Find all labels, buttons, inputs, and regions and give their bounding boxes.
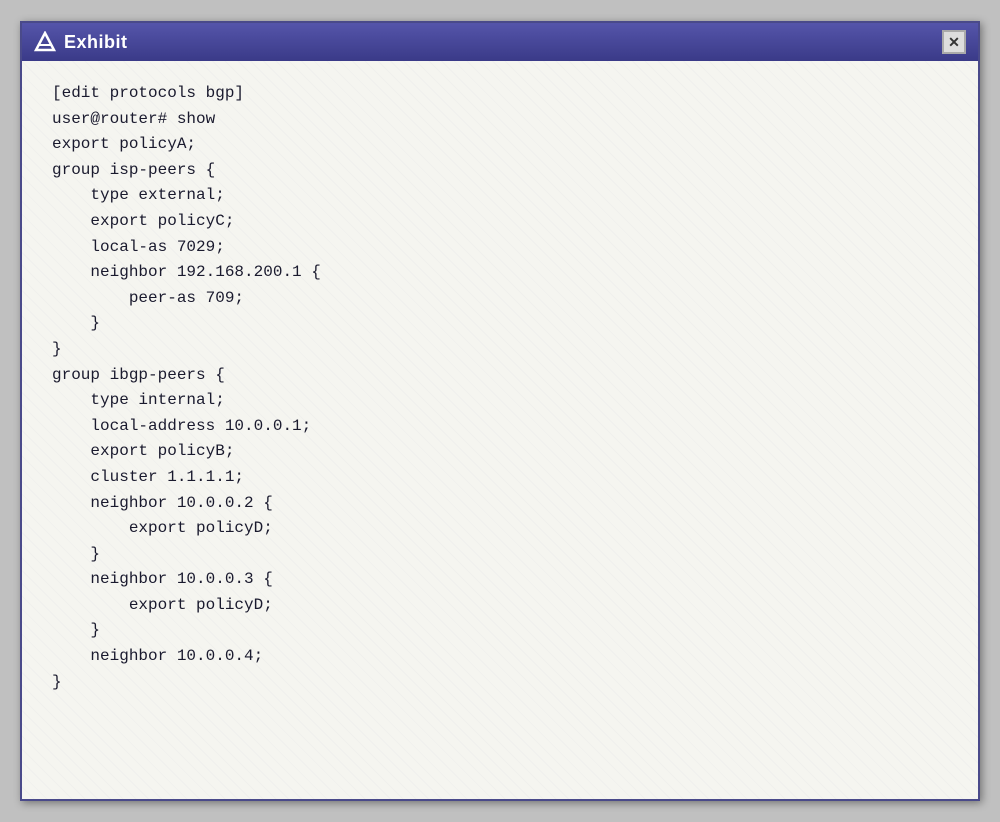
title-bar: Exhibit ✕ [22, 23, 978, 61]
content-area: [edit protocols bgp] user@router# show e… [22, 61, 978, 799]
title-bar-left: Exhibit [34, 31, 128, 53]
window-title: Exhibit [64, 32, 128, 53]
exhibit-window: Exhibit ✕ [edit protocols bgp] user@rout… [20, 21, 980, 801]
close-button[interactable]: ✕ [942, 30, 966, 54]
code-display: [edit protocols bgp] user@router# show e… [52, 81, 948, 695]
app-icon [34, 31, 56, 53]
close-icon: ✕ [948, 34, 960, 51]
